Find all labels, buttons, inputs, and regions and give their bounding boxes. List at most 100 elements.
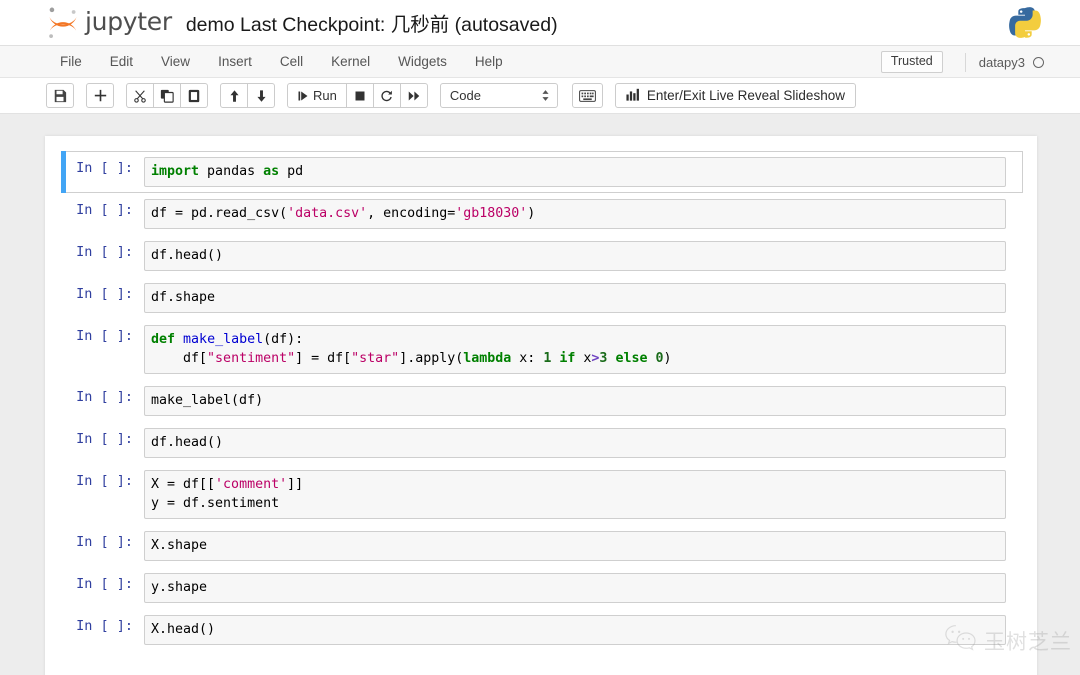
chevron-updown-icon: [541, 89, 550, 102]
move-cell-down-button[interactable]: [247, 83, 275, 108]
cell-code-editor[interactable]: def make_label(df): df["sentiment"] = df…: [144, 325, 1006, 374]
menu-item-widgets[interactable]: Widgets: [384, 49, 461, 74]
cell-code-editor[interactable]: make_label(df): [144, 386, 1006, 416]
cell-prompt: In [ ]:: [76, 534, 133, 550]
menu-item-cell[interactable]: Cell: [266, 49, 317, 74]
menu-item-file[interactable]: File: [46, 49, 96, 74]
restart-run-all-button[interactable]: [399, 83, 428, 108]
menu-item-edit[interactable]: Edit: [96, 49, 147, 74]
jupyter-wordmark: jupyter: [85, 7, 172, 36]
menu-item-insert[interactable]: Insert: [204, 49, 266, 74]
notebook-cell[interactable]: In [ ]: df.shape: [61, 277, 1023, 319]
menu-item-help[interactable]: Help: [461, 49, 517, 74]
menubar-right-group: Trusted datapy3: [880, 46, 1044, 78]
keyboard-icon: [578, 89, 596, 102]
stop-square-icon: [354, 90, 366, 102]
fast-forward-icon: [407, 90, 421, 102]
notebook-scroll-area[interactable]: In [ ]: import pandas as pd In [ ]: df = pd…: [0, 114, 1080, 675]
toolbar-group-run: Run: [287, 83, 428, 108]
insert-cell-below-button[interactable]: [86, 83, 114, 108]
cell-code-editor[interactable]: df.shape: [144, 283, 1006, 313]
jupyter-brand-link[interactable]: jupyter: [46, 5, 172, 41]
run-button-label: Run: [313, 88, 337, 103]
cell-code-editor[interactable]: X = df[['comment']] y = df.sentiment: [144, 470, 1006, 519]
menu-item-view[interactable]: View: [147, 49, 204, 74]
cell-source: X = df[['comment']] y = df.sentiment: [151, 477, 304, 511]
run-cell-button[interactable]: Run: [287, 83, 347, 108]
toolbar-group-save: [46, 83, 74, 108]
paste-icon: [187, 89, 201, 103]
cell-prompt: In [ ]:: [76, 202, 133, 218]
move-cell-up-button[interactable]: [220, 83, 248, 108]
cell-source: X.head(): [151, 622, 216, 637]
kernel-indicator-group[interactable]: datapy3: [964, 52, 1044, 72]
notebook-cell[interactable]: In [ ]: def make_label(df): df["sentiment…: [61, 319, 1023, 380]
notebook-cell[interactable]: In [ ]: X = df[['comment']] y = df.sentim…: [61, 464, 1023, 525]
command-palette-button[interactable]: [571, 83, 603, 108]
cell-prompt: In [ ]:: [76, 286, 133, 302]
jupyter-logo-icon: [46, 5, 80, 41]
cell-prompt: In [ ]:: [76, 576, 133, 592]
cell-code-editor[interactable]: import pandas as pd: [144, 157, 1006, 187]
notebook-cell[interactable]: In [ ]: df.head(): [61, 422, 1023, 464]
arrow-up-icon: [228, 89, 241, 103]
cell-prompt: In [ ]:: [76, 473, 133, 489]
restart-kernel-button[interactable]: [372, 83, 401, 108]
interrupt-kernel-button[interactable]: [345, 83, 374, 108]
notebook-page: In [ ]: import pandas as pd In [ ]: df = pd…: [45, 136, 1037, 675]
notebook-toolbar: Run Code Enter/Exit Live Reveal Slidesho…: [0, 78, 1080, 114]
toolbar-group-insert: [86, 83, 114, 108]
paste-button[interactable]: [180, 83, 208, 108]
cell-code-editor[interactable]: df.head(): [144, 428, 1006, 458]
notebook-title[interactable]: demo Last Checkpoint: 几秒前 (autosaved): [186, 8, 558, 37]
cell-code-editor[interactable]: y.shape: [144, 573, 1006, 603]
copy-icon: [160, 89, 174, 103]
cell-source: import pandas as pd: [151, 164, 304, 179]
notebook-cell[interactable]: In [ ]: X.head(): [61, 609, 1023, 651]
notebook-cell[interactable]: In [ ]: df = pd.read_csv('data.csv', enco…: [61, 193, 1023, 235]
cell-source: make_label(df): [151, 393, 264, 408]
save-floppy-icon: [53, 89, 67, 103]
live-reveal-slideshow-label: Enter/Exit Live Reveal Slideshow: [646, 88, 845, 103]
toolbar-group-keyboard: [571, 83, 603, 108]
cell-type-value: Code: [449, 88, 481, 103]
notebook-cell[interactable]: In [ ]: X.shape: [61, 525, 1023, 567]
run-step-icon: [297, 90, 309, 102]
cell-type-select[interactable]: Code: [439, 83, 558, 108]
python-logo-icon: [1008, 6, 1042, 40]
copy-button[interactable]: [153, 83, 181, 108]
bar-chart-icon: [626, 88, 640, 104]
restart-circular-arrow-icon: [380, 89, 393, 102]
kernel-idle-circle-icon: [1033, 56, 1044, 68]
arrow-down-icon: [255, 89, 268, 103]
cell-list: In [ ]: import pandas as pd In [ ]: df = pd…: [45, 151, 1037, 651]
cell-prompt: In [ ]:: [76, 160, 133, 176]
notebook-cell[interactable]: In [ ]: y.shape: [61, 567, 1023, 609]
cut-button[interactable]: [126, 83, 154, 108]
cell-source: y.shape: [151, 580, 208, 595]
plus-icon: [94, 89, 107, 102]
notebook-cell[interactable]: In [ ]: import pandas as pd: [61, 151, 1023, 193]
cell-prompt: In [ ]:: [76, 328, 133, 344]
kernel-name-label: datapy3: [978, 54, 1025, 70]
notebook-cell[interactable]: In [ ]: make_label(df): [61, 380, 1023, 422]
menu-bar: File Edit View Insert Cell Kernel Widget…: [0, 46, 1080, 78]
cell-code-editor[interactable]: df.head(): [144, 241, 1006, 271]
save-button[interactable]: [46, 83, 74, 108]
scissors-icon: [133, 89, 147, 103]
cell-code-editor[interactable]: X.head(): [144, 615, 1006, 645]
cell-source: df.shape: [151, 290, 216, 305]
cell-code-editor[interactable]: X.shape: [144, 531, 1006, 561]
trusted-badge[interactable]: Trusted: [880, 51, 943, 73]
cell-prompt: In [ ]:: [76, 244, 133, 260]
live-reveal-slideshow-button[interactable]: Enter/Exit Live Reveal Slideshow: [614, 83, 856, 108]
notebook-header: jupyter demo Last Checkpoint: 几秒前 (autos…: [0, 0, 1080, 46]
notebook-cell[interactable]: In [ ]: df.head(): [61, 235, 1023, 277]
cell-prompt: In [ ]:: [76, 389, 133, 405]
cell-prompt: In [ ]:: [76, 618, 133, 634]
cell-source: def make_label(df): df["sentiment"] = df…: [151, 332, 672, 366]
menu-item-kernel[interactable]: Kernel: [317, 49, 384, 74]
cell-source: df = pd.read_csv('data.csv', encoding='g…: [151, 206, 536, 221]
cell-source: df.head(): [151, 435, 224, 450]
cell-code-editor[interactable]: df = pd.read_csv('data.csv', encoding='g…: [144, 199, 1006, 229]
